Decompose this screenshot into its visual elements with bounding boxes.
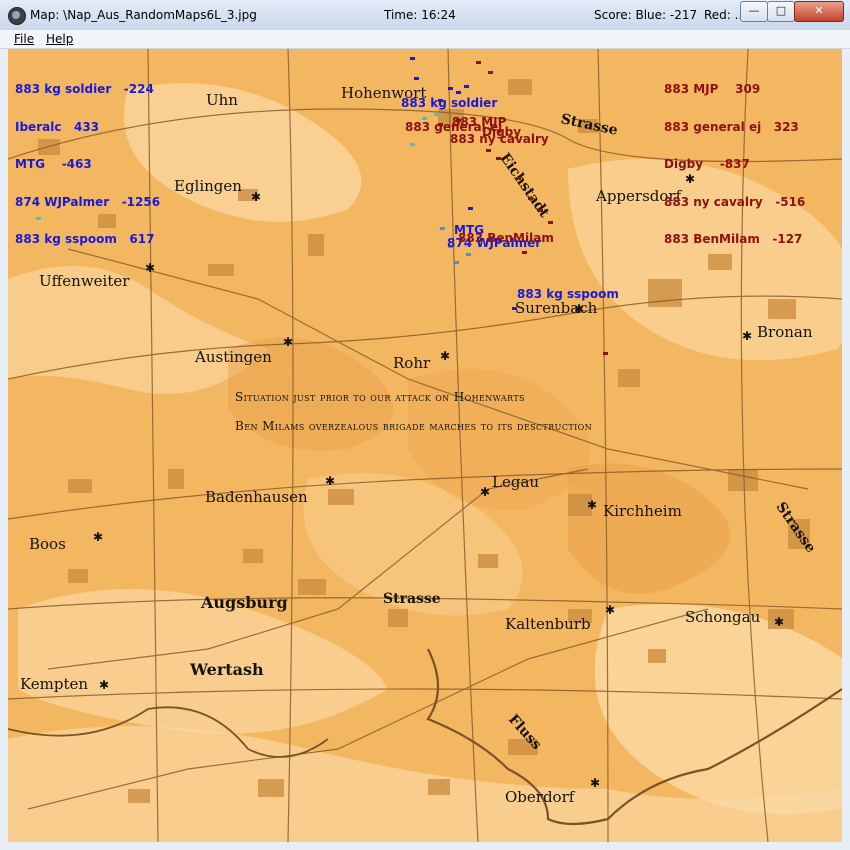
town-wertash: Wertash (190, 660, 264, 679)
town-eglingen: Eglingen (174, 177, 242, 195)
unit-marker[interactable] (486, 149, 491, 152)
town-boos: Boos (29, 535, 66, 553)
unit-marker[interactable] (548, 221, 553, 224)
title-bar[interactable]: Map: \Nap_Aus_RandomMaps6L_3.jpg Time: 1… (0, 0, 850, 31)
legend-entry: 883 kg sspoom 617 (15, 232, 155, 246)
unit-marker[interactable] (516, 177, 521, 180)
legend-entry: Digby -837 (664, 157, 750, 171)
town-kirchheim: Kirchheim (603, 502, 682, 520)
unit-marker[interactable] (528, 197, 533, 200)
legend-entry: 883 BenMilam -127 (664, 232, 803, 246)
unit-marker[interactable] (488, 71, 493, 74)
town-schongau: Schongau (685, 608, 761, 626)
unit-marker[interactable] (603, 352, 608, 355)
menu-bar: File Help (0, 30, 850, 49)
app-window: Map: \Nap_Aus_RandomMaps6L_3.jpg Time: 1… (0, 0, 850, 850)
unit-marker[interactable] (410, 57, 415, 60)
close-button[interactable]: ✕ (794, 1, 844, 22)
town-uffenweiter: Uffenweiter (39, 272, 130, 290)
window-title: Map: \Nap_Aus_RandomMaps6L_3.jpg (30, 8, 257, 22)
red-team-legend: 883 MJP 309 883 general ej 323 Digby -83… (664, 58, 805, 271)
score-blue: Score: Blue: -217 (594, 8, 698, 22)
minimize-button[interactable]: — (740, 1, 768, 22)
town-marker: ✱ (283, 335, 294, 349)
town-austingen: Austingen (195, 348, 272, 366)
unit-marker[interactable] (434, 113, 439, 116)
unit-marker[interactable] (414, 77, 419, 80)
unit-marker[interactable] (512, 307, 517, 310)
menu-help[interactable]: Help (46, 32, 73, 46)
town-legau: Legau (492, 473, 540, 491)
town-marker: ✱ (774, 615, 785, 629)
unit-marker[interactable] (440, 227, 445, 230)
legend-entry: 883 kg soldier -224 (15, 82, 154, 96)
unit-marker[interactable] (522, 251, 527, 254)
town-marker: ✱ (440, 349, 451, 363)
legend-entry: 874 WJPalmer -1256 (15, 194, 161, 209)
town-rohr: Rohr (393, 354, 431, 372)
town-marker: ✱ (587, 498, 598, 512)
town-marker: ✱ (590, 776, 601, 790)
legend-entry: MTG -463 (15, 157, 92, 171)
legend-entry: 883 MJP 309 (664, 82, 761, 96)
unit-label-ny-cavalry: 883 ny cavalry (450, 132, 549, 146)
town-marker: ✱ (480, 485, 491, 499)
town-badenhausen: Badenhausen (205, 488, 308, 506)
unit-marker[interactable] (456, 91, 461, 94)
unit-marker[interactable] (538, 209, 543, 212)
map-caption-2: Ben Milams overzealous brigade marches t… (235, 419, 592, 433)
maximize-button[interactable]: □ (767, 1, 795, 22)
town-marker: ✱ (93, 530, 104, 544)
game-time: Time: 16:24 (384, 8, 456, 22)
town-marker: ✱ (251, 190, 262, 204)
unit-marker[interactable] (448, 87, 453, 90)
legend-entry: Iberalc 433 (15, 119, 100, 134)
map-view[interactable]: Hohenwort Uhn Eglingen Appersdorf Uffenw… (8, 49, 842, 842)
unit-marker[interactable] (468, 207, 473, 210)
town-surenbach: Surenbach (515, 299, 598, 317)
unit-marker[interactable] (410, 143, 415, 146)
map-caption-1: Situation just prior to our attack on Ho… (235, 390, 525, 404)
unit-marker[interactable] (464, 85, 469, 88)
town-oberdorf: Oberdorf (505, 788, 575, 806)
legend-entry: 883 ny cavalry -516 (664, 194, 806, 209)
unit-label-benmilam: 883 BenMilam (458, 231, 554, 245)
town-marker: ✱ (325, 474, 336, 488)
town-kaltenburb: Kaltenburb (505, 615, 591, 633)
legend-entry: 883 general ej 323 (664, 119, 799, 134)
town-augsburg: Augsburg (201, 593, 288, 612)
town-kempten: Kempten (20, 675, 89, 693)
unit-marker[interactable] (496, 157, 501, 160)
app-icon (8, 7, 26, 25)
town-marker: ✱ (574, 302, 585, 316)
unit-marker[interactable] (466, 253, 471, 256)
blue-team-legend: 883 kg soldier -224 Iberalc 433 MTG -463… (15, 58, 160, 271)
unit-label-sspoom: 883 kg sspoom (517, 287, 619, 301)
unit-marker[interactable] (454, 261, 459, 264)
unit-label-kg-soldier: 883 kg soldier (401, 96, 498, 110)
unit-marker[interactable] (476, 61, 481, 64)
menu-file[interactable]: File (14, 32, 34, 46)
town-marker: ✱ (605, 603, 616, 617)
town-marker: ✱ (742, 329, 753, 343)
town-uhn: Uhn (206, 91, 238, 109)
road-label-strasse-south: Strasse (383, 591, 441, 607)
town-marker: ✱ (99, 678, 110, 692)
town-bronan: Bronan (757, 323, 813, 341)
